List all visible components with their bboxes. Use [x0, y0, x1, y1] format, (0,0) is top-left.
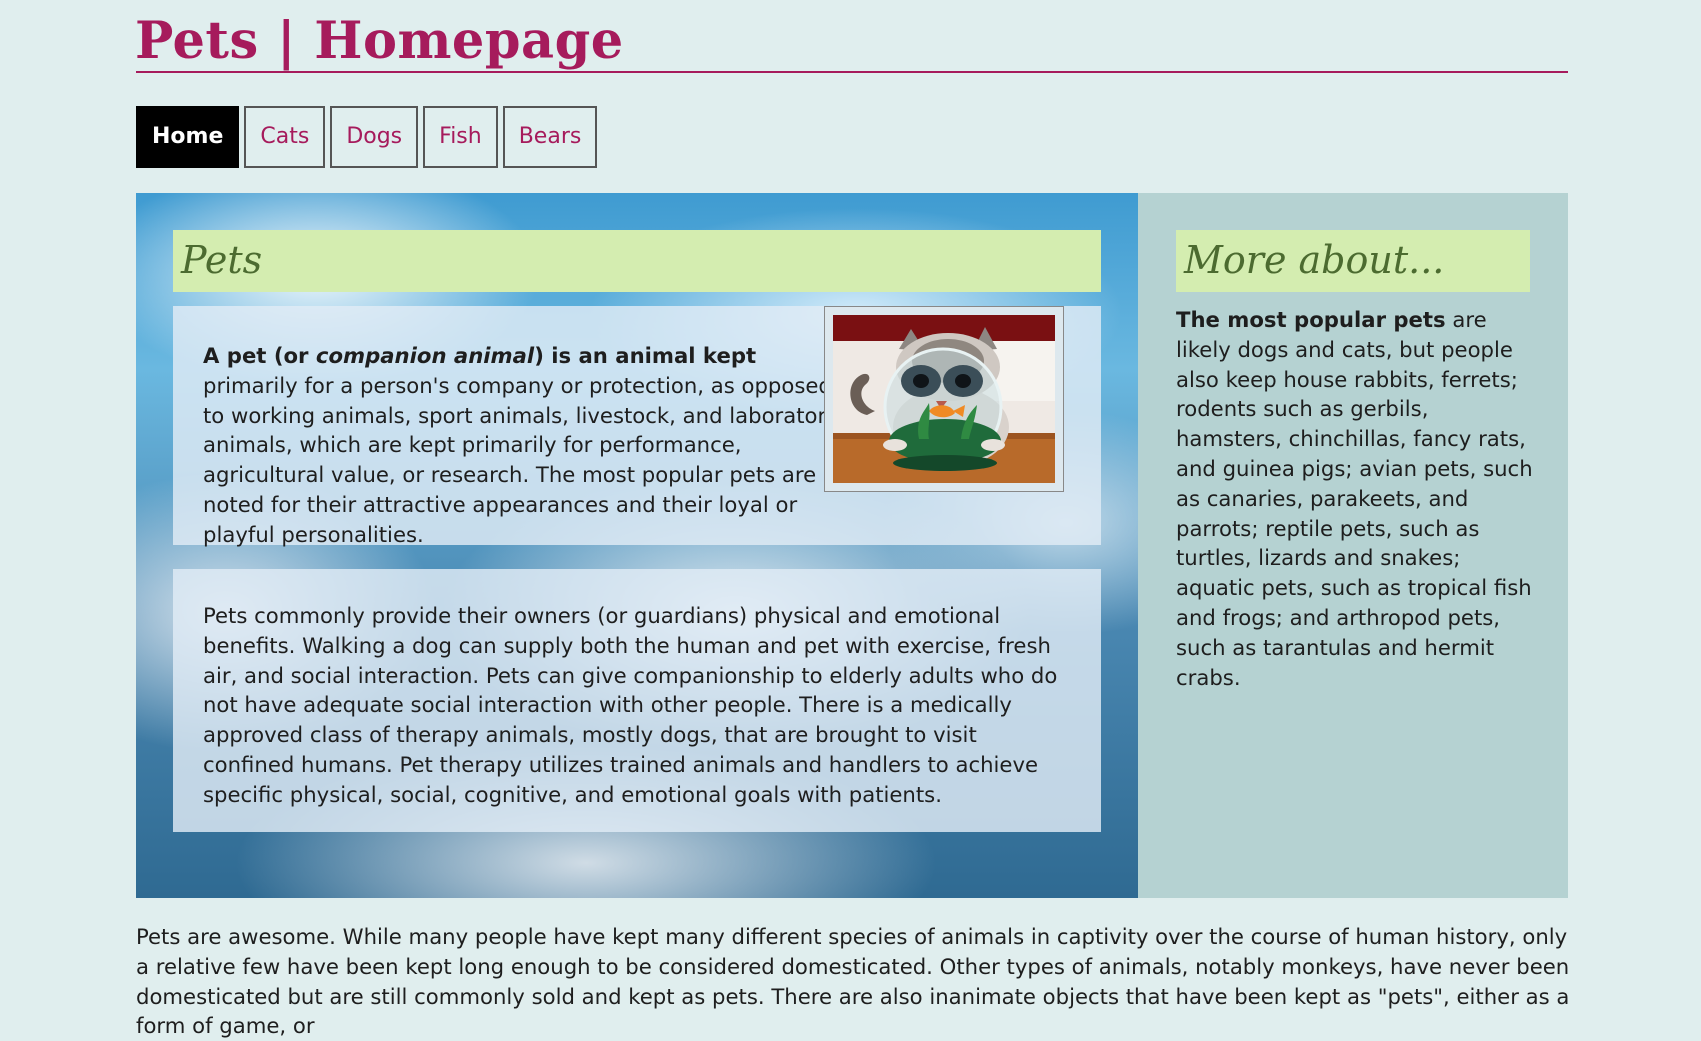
intro-bold-italic: companion animal [315, 343, 535, 368]
cat-fishbowl-image [833, 315, 1055, 483]
intro-bold-start: A pet (or [203, 343, 316, 368]
nav-item-cats[interactable]: Cats [244, 106, 326, 168]
intro-bold-end: ) is an animal kept [534, 343, 757, 368]
title-divider [136, 71, 1568, 73]
pet-image-frame [824, 306, 1064, 492]
page-title: Pets | Homepage [135, 11, 624, 71]
nav-item-home[interactable]: Home [136, 106, 240, 168]
page: Pets | Homepage Home Cats Dogs Fish Bear… [0, 0, 1701, 1038]
intro-paragraph: A pet (or companion animal) is an animal… [203, 341, 853, 550]
intro-body: primarily for a person's company or prot… [203, 372, 839, 547]
main-nav: Home Cats Dogs Fish Bears [136, 106, 598, 168]
sidebar-lead: The most popular pets [1176, 307, 1446, 332]
benefits-paragraph: Pets commonly provide their owners (or g… [203, 603, 1058, 807]
main-content: Pets A pet (or companion animal) is an a… [136, 193, 1138, 898]
sidebar-heading: More about... [1176, 230, 1530, 292]
nav-item-fish[interactable]: Fish [423, 106, 498, 168]
sidebar-paragraph: The most popular pets are likely dogs an… [1176, 305, 1536, 692]
main-heading: Pets [173, 230, 1101, 292]
nav-item-bears[interactable]: Bears [502, 106, 598, 168]
nav-item-dogs[interactable]: Dogs [330, 106, 419, 168]
more-about-sidebar: More about... The most popular pets are … [1138, 193, 1568, 898]
footer-paragraph: Pets are awesome. While many people have… [136, 924, 1570, 1039]
sidebar-body: are likely dogs and cats, but people als… [1176, 307, 1533, 690]
benefits-card: Pets commonly provide their owners (or g… [173, 569, 1101, 832]
